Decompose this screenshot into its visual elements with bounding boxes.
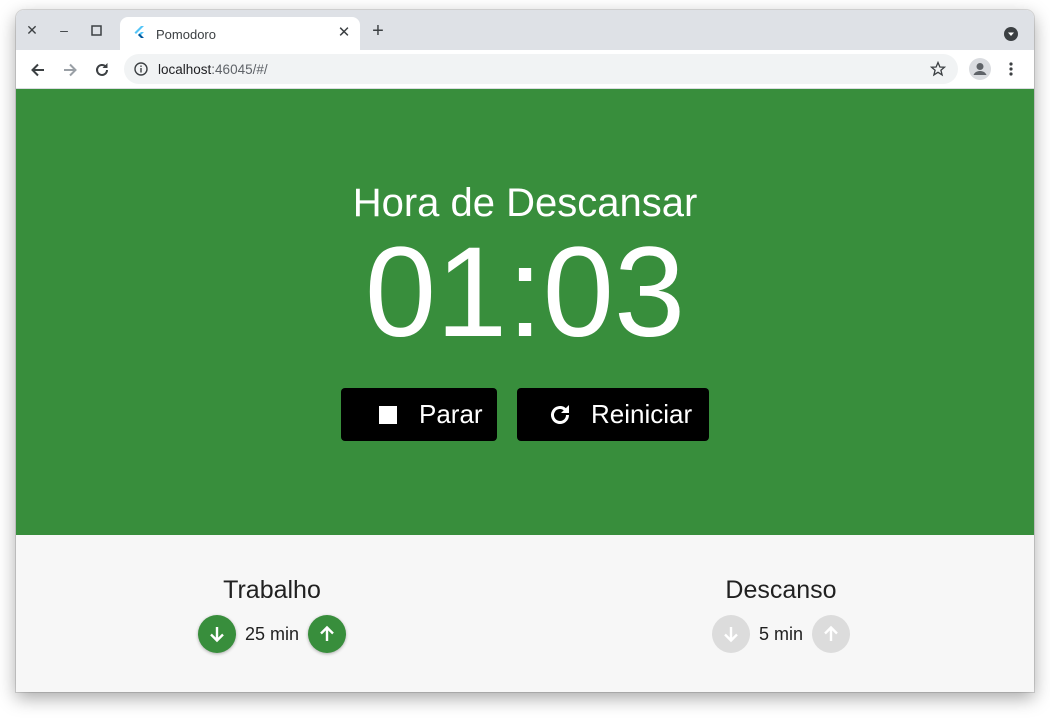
arrow-down-icon: [210, 627, 224, 643]
tab-strip: ✕ – Pomodoro ✕ +: [16, 10, 1034, 50]
refresh-icon: [547, 402, 573, 428]
window-close-icon[interactable]: ✕: [23, 21, 41, 39]
tab-close-icon[interactable]: ✕: [336, 25, 352, 41]
tab-pomodoro[interactable]: Pomodoro ✕: [120, 17, 360, 50]
forward-icon[interactable]: [60, 60, 80, 80]
back-icon[interactable]: [28, 60, 48, 80]
arrow-up-icon: [320, 625, 334, 641]
site-info-icon[interactable]: [134, 62, 148, 76]
rest-setting: Descanso 5 min: [631, 575, 931, 653]
url-text: localhost:46045/#/: [158, 62, 268, 77]
tab-search-icon[interactable]: [1003, 26, 1019, 42]
arrow-up-icon: [824, 625, 838, 641]
stop-icon: [375, 402, 401, 428]
profile-avatar-icon[interactable]: [969, 58, 991, 80]
new-tab-icon[interactable]: +: [370, 21, 386, 41]
timer-display: 01:03: [364, 221, 686, 364]
rest-stepper: 5 min: [631, 615, 931, 653]
url-host: localhost: [158, 62, 212, 77]
window-maximize-icon[interactable]: [87, 21, 105, 39]
restart-button[interactable]: Reiniciar: [517, 388, 709, 441]
rest-label: Descanso: [725, 576, 837, 604]
tab-title: Pomodoro: [156, 27, 216, 42]
rest-increase-button[interactable]: [812, 615, 850, 653]
rest-decrease-button[interactable]: [711, 615, 750, 653]
rest-value: 5 min: [758, 623, 803, 644]
browser-menu-icon[interactable]: [1003, 61, 1019, 77]
restart-label: Reiniciar: [591, 399, 693, 429]
reload-icon[interactable]: [92, 60, 112, 80]
bookmark-star-icon[interactable]: [930, 61, 946, 77]
work-setting: Trabalho 25 min: [122, 575, 422, 653]
flutter-icon: [134, 26, 144, 38]
window-minimize-icon[interactable]: –: [55, 21, 73, 39]
status-title: Hora de Descansar: [352, 181, 698, 225]
url-path: :46045/#/: [211, 62, 268, 77]
app-content: Hora de Descansar 01:03 Parar Reiniciar: [16, 89, 1034, 692]
arrow-down-icon: [724, 627, 738, 643]
stop-label: Parar: [419, 399, 483, 429]
browser-toolbar: localhost:46045/#/: [16, 50, 1034, 89]
settings-panel: Trabalho 25 min Descanso 5 min: [16, 535, 1034, 692]
work-decrease-button[interactable]: [197, 615, 236, 653]
work-increase-button[interactable]: [308, 615, 347, 653]
work-label: Trabalho: [223, 576, 321, 604]
work-stepper: 25 min: [122, 615, 422, 653]
stop-button[interactable]: Parar: [341, 388, 497, 441]
address-bar[interactable]: localhost:46045/#/: [124, 54, 958, 84]
timer-panel: Hora de Descansar 01:03 Parar Reiniciar: [16, 89, 1034, 535]
browser-window: ✕ – Pomodoro ✕ + localhost:46045/#/ Hora…: [16, 10, 1034, 692]
work-value: 25 min: [244, 623, 300, 644]
